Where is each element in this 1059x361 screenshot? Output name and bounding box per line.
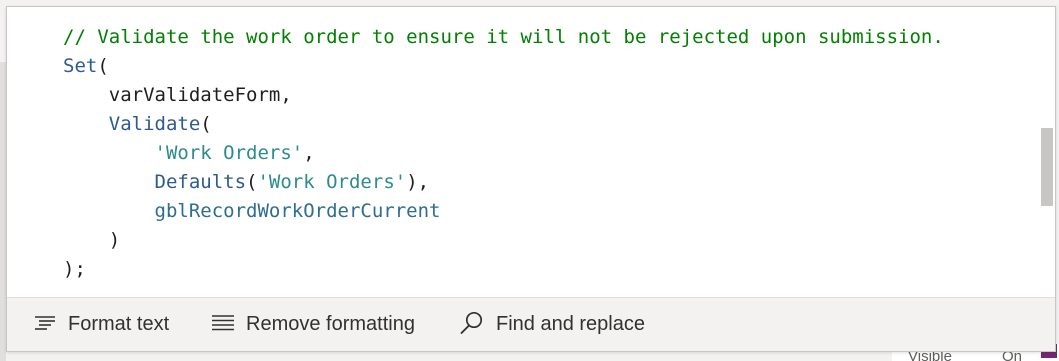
remove-formatting-icon (211, 313, 235, 337)
format-text-icon (33, 313, 57, 337)
code-line[interactable]: gblRecordWorkOrderCurrent (63, 197, 441, 226)
code-token: Set (63, 55, 98, 77)
code-token: , (303, 142, 315, 164)
code-token: ( (97, 55, 109, 77)
code-token: ) (108, 229, 121, 251)
code-token: ), (406, 171, 430, 193)
code-token: ); (63, 258, 86, 280)
search-icon (459, 311, 485, 339)
code-line[interactable]: varValidateForm, (63, 81, 292, 110)
code-line[interactable]: ); (63, 255, 86, 284)
formula-toolbar: Format text Remove formatting Find and r… (7, 297, 1055, 351)
code-line[interactable]: Set( (63, 52, 109, 81)
formula-editor: // Validate the work order to ensure it … (6, 6, 1056, 352)
code-line[interactable]: 'Work Orders', (63, 139, 315, 168)
code-token: Defaults (154, 171, 247, 193)
format-text-label: Format text (68, 313, 170, 335)
remove-formatting-button[interactable]: Remove formatting (211, 298, 415, 351)
code-line[interactable]: // Validate the work order to ensure it … (63, 23, 944, 52)
code-line[interactable]: ) (63, 226, 120, 255)
code-token: Validate (108, 113, 201, 135)
find-replace-button[interactable]: Find and replace (459, 298, 645, 351)
code-line[interactable]: Defaults('Work Orders'), (63, 168, 430, 197)
code-token: 'Work Orders' (257, 171, 407, 193)
scrollbar-thumb[interactable] (1041, 128, 1053, 206)
remove-formatting-label: Remove formatting (246, 313, 415, 335)
code-token: ( (246, 171, 258, 193)
code-token: gblRecordWorkOrderCurrent (154, 200, 441, 222)
code-token: ( (200, 113, 212, 135)
code-token: // Validate the work order to ensure it … (63, 26, 944, 48)
code-token: varValidateForm, (108, 84, 292, 106)
code-line[interactable]: Validate( (63, 110, 212, 139)
format-text-button[interactable]: Format text (33, 298, 169, 351)
find-replace-label: Find and replace (496, 313, 645, 335)
code-editor[interactable]: // Validate the work order to ensure it … (7, 7, 1039, 297)
code-token: 'Work Orders' (154, 142, 304, 164)
